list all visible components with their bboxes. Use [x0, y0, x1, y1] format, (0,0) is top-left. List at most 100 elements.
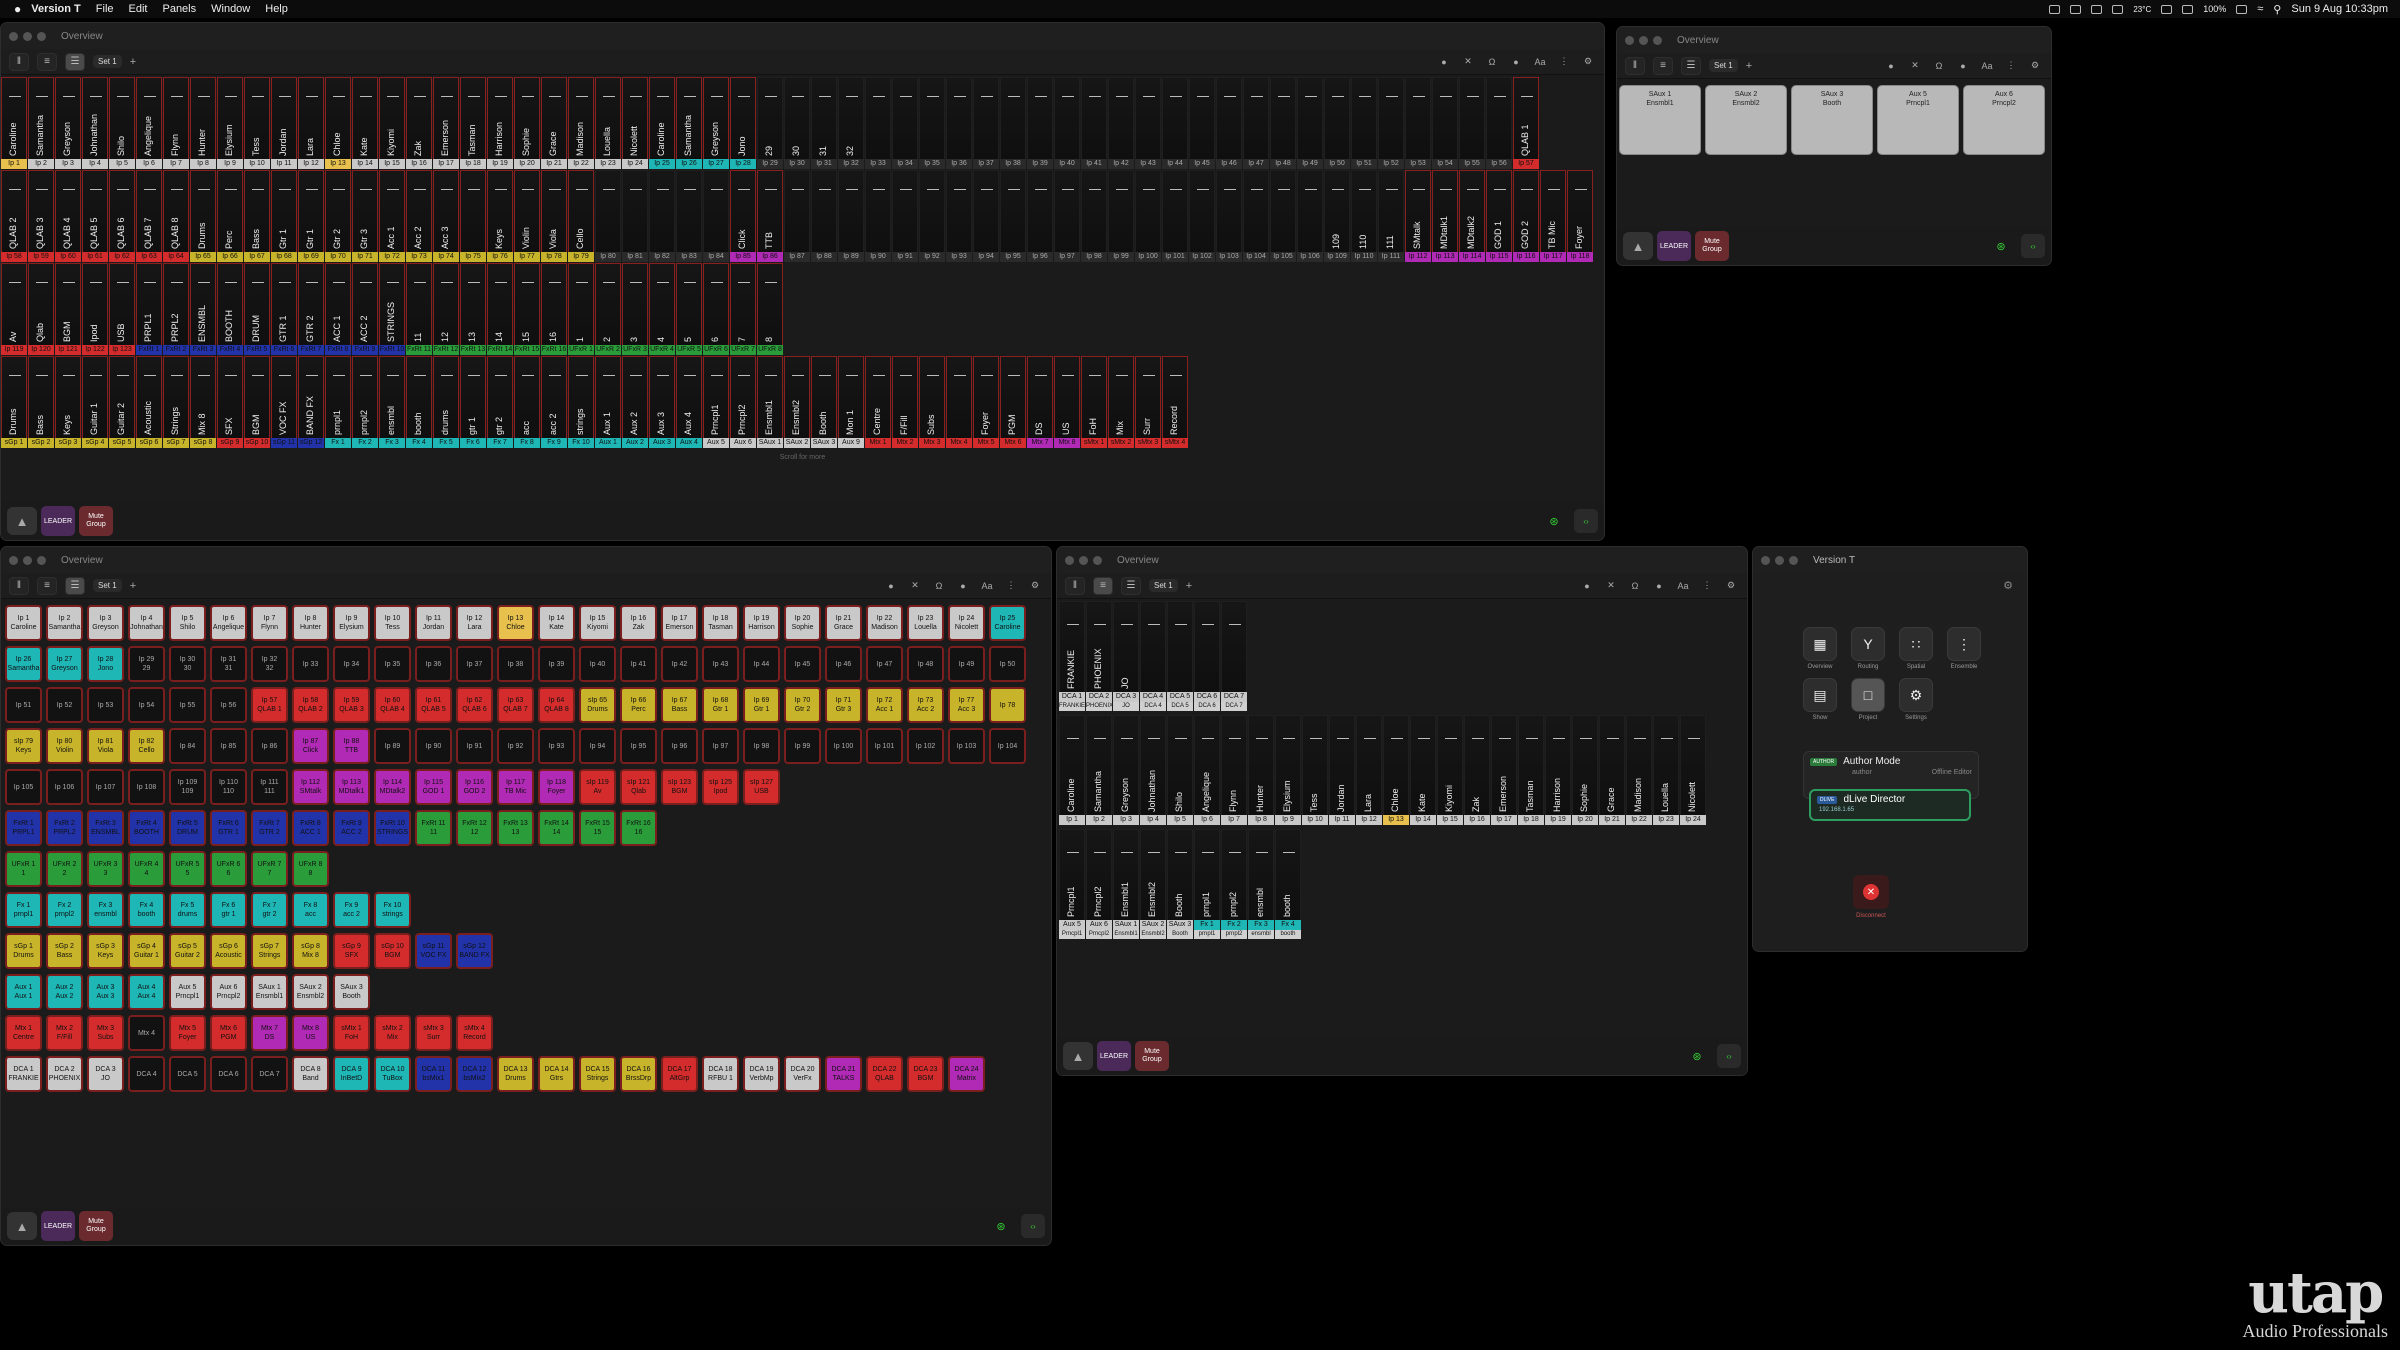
- strip-view-icon[interactable]: ☰: [65, 576, 85, 595]
- channel-tile[interactable]: DCA 10 TuBox: [374, 1056, 411, 1092]
- channel-strip[interactable]: Nicolett Ip 24: [622, 77, 648, 169]
- channel-strip[interactable]: Keys Ip 76: [487, 170, 513, 262]
- font-size-icon[interactable]: Aa: [1675, 578, 1691, 594]
- mute-group-button[interactable]: Mute Group: [1135, 1041, 1169, 1071]
- channel-strip[interactable]: Tess Ip 10: [244, 77, 270, 169]
- channel-tile[interactable]: Aux 3 Aux 3: [87, 974, 124, 1010]
- channel-tile[interactable]: Ip 17 Emerson: [661, 605, 698, 641]
- channel-strip[interactable]: Ip 81: [622, 170, 648, 262]
- channel-strip[interactable]: Ip 88: [811, 170, 837, 262]
- channel-tile[interactable]: Ip 3 Greyson: [87, 605, 124, 641]
- channel-strip[interactable]: Ip 44: [1162, 77, 1188, 169]
- window-titlebar[interactable]: Overview: [1617, 27, 2051, 53]
- channel-tile[interactable]: DCA 12 bsMix2: [456, 1056, 493, 1092]
- channel-tile[interactable]: Ip 55: [169, 687, 206, 723]
- channel-strip[interactable]: Drums sGp 1: [1, 356, 27, 448]
- channel-strip[interactable]: Grace Ip 21: [1599, 715, 1625, 825]
- channel-strip[interactable]: Qlab Ip 120: [28, 263, 54, 355]
- channel-strip[interactable]: Ip 106: [1297, 170, 1323, 262]
- channel-strip[interactable]: Mon 1 Aux 9: [838, 356, 864, 448]
- channel-tile[interactable]: Ip 46: [825, 646, 862, 682]
- channel-strip[interactable]: Ip 105: [1270, 170, 1296, 262]
- record-icon[interactable]: ●: [1651, 578, 1667, 594]
- channel-tile[interactable]: Mtx 8 US: [292, 1015, 329, 1051]
- channel-strip[interactable]: Samantha Ip 2: [28, 77, 54, 169]
- channel-tile[interactable]: Ip 113 MDtalk1: [333, 769, 370, 805]
- channel-tile[interactable]: FxRt 12 12: [456, 810, 493, 846]
- channel-strip[interactable]: Tess Ip 10: [1302, 715, 1328, 825]
- channel-strip[interactable]: Ip 35: [919, 77, 945, 169]
- channel-strip[interactable]: Tasman Ip 18: [1518, 715, 1544, 825]
- channel-strip[interactable]: Ip 56: [1486, 77, 1512, 169]
- channel-tile[interactable]: Ip 117 TB Mic: [497, 769, 534, 805]
- channel-tile[interactable]: DCA 2 PHOENIX: [46, 1056, 83, 1092]
- strip-view-icon[interactable]: ☰: [65, 52, 85, 71]
- channel-strip[interactable]: Zak Ip 16: [406, 77, 432, 169]
- minimize-icon[interactable]: [23, 31, 32, 41]
- zoom-icon[interactable]: [37, 555, 46, 565]
- channel-strip[interactable]: DCA 4 DCA 4: [1140, 601, 1166, 711]
- channel-strip[interactable]: Madison Ip 22: [568, 77, 594, 169]
- aux-tile[interactable]: Aux 6 Prncpl2: [1963, 85, 2045, 155]
- channel-strip[interactable]: QLAB 5 Ip 61: [82, 170, 108, 262]
- channel-strip[interactable]: Sophie Ip 20: [514, 77, 540, 169]
- channel-strip[interactable]: Johnathan Ip 4: [1140, 715, 1166, 825]
- channel-tile[interactable]: Mtx 7 DS: [251, 1015, 288, 1051]
- channel-strip[interactable]: drums Fx 5: [433, 356, 459, 448]
- channel-strip[interactable]: Flynn Ip 7: [163, 77, 189, 169]
- channel-strip[interactable]: US Mtx 8: [1054, 356, 1080, 448]
- channel-tile[interactable]: FxRt 14 14: [538, 810, 575, 846]
- channel-strip[interactable]: GTR 1 FxRt 6: [271, 263, 297, 355]
- channel-strip[interactable]: Ip 43: [1135, 77, 1161, 169]
- channel-tile[interactable]: sGp 10 BGM: [374, 933, 411, 969]
- channel-strip[interactable]: Bass Ip 67: [244, 170, 270, 262]
- headphones-icon[interactable]: Ω: [1484, 54, 1500, 70]
- channel-tile[interactable]: Ip 107: [87, 769, 124, 805]
- channel-tile[interactable]: Fx 3 ensmbl: [87, 892, 124, 928]
- channel-tile[interactable]: DCA 6: [210, 1056, 247, 1092]
- channel-strip[interactable]: Caroline Ip 1: [1059, 715, 1085, 825]
- spatial-nav-button[interactable]: ∷ Spatial: [1899, 627, 1933, 670]
- channel-tile[interactable]: Ip 44: [743, 646, 780, 682]
- network-icon[interactable]: ⊛: [991, 1216, 1011, 1236]
- channel-strip[interactable]: Keys sGp 3: [55, 356, 81, 448]
- channel-tile[interactable]: DCA 5: [169, 1056, 206, 1092]
- channel-strip[interactable]: booth Fx 4: [406, 356, 432, 448]
- channel-strip[interactable]: 14 FxRt 14: [487, 263, 513, 355]
- channel-strip[interactable]: Angelique Ip 6: [136, 77, 162, 169]
- channel-tile[interactable]: UFxR 55: [169, 851, 206, 887]
- channel-strip[interactable]: Ensmbl1 SAux 1 Ensmbl1: [1113, 829, 1139, 939]
- channel-tile[interactable]: Ip 106: [46, 769, 83, 805]
- channel-tile[interactable]: sGp 8 Mix 8: [292, 933, 329, 969]
- channel-tile[interactable]: Ip 114 MDtalk2: [374, 769, 411, 805]
- channel-strip[interactable]: Ip 89: [838, 170, 864, 262]
- channel-tile[interactable]: UFxR 33: [87, 851, 124, 887]
- meters-view-icon[interactable]: ‖: [1065, 576, 1085, 595]
- channel-strip[interactable]: 13 FxRt 13: [460, 263, 486, 355]
- channel-strip[interactable]: 8 UFxR 8: [757, 263, 783, 355]
- channel-strip[interactable]: DS Mtx 7: [1027, 356, 1053, 448]
- list-view-icon[interactable]: ≡: [37, 576, 57, 595]
- channel-strip[interactable]: Nicolett Ip 24: [1680, 715, 1706, 825]
- channel-strip[interactable]: Ip 51: [1351, 77, 1377, 169]
- app-logo-icon[interactable]: ▲: [7, 507, 37, 535]
- channel-strip[interactable]: SMtalk Ip 112: [1405, 170, 1431, 262]
- menu-edit[interactable]: Edit: [129, 3, 148, 15]
- channel-tile[interactable]: Ip 40: [579, 646, 616, 682]
- channel-tile[interactable]: FxRt 9 ACC 2: [333, 810, 370, 846]
- channel-tile[interactable]: Ip 70 Gtr 2: [784, 687, 821, 723]
- apple-icon[interactable]: ●: [14, 2, 21, 16]
- channel-strip[interactable]: Ip 101: [1162, 170, 1188, 262]
- channel-tile[interactable]: DCA 13 Drums: [497, 1056, 534, 1092]
- channel-strip[interactable]: Angelique Ip 6: [1194, 715, 1220, 825]
- channel-strip[interactable]: QLAB 8 Ip 64: [163, 170, 189, 262]
- channel-tile[interactable]: Ip 32 32: [251, 646, 288, 682]
- channel-strip[interactable]: gtr 1 Fx 6: [460, 356, 486, 448]
- channel-tile[interactable]: Fx 7 gtr 2: [251, 892, 288, 928]
- channel-tile[interactable]: Ip 12 Lara: [456, 605, 493, 641]
- leader-button[interactable]: LEADER: [1657, 231, 1691, 261]
- channel-strip[interactable]: Aux 1 Aux 1: [595, 356, 621, 448]
- channel-strip[interactable]: Ensmbl2 SAux 2 Ensmbl2: [1140, 829, 1166, 939]
- channel-strip[interactable]: Samantha Ip 2: [1086, 715, 1112, 825]
- channel-strip[interactable]: Ip 80: [595, 170, 621, 262]
